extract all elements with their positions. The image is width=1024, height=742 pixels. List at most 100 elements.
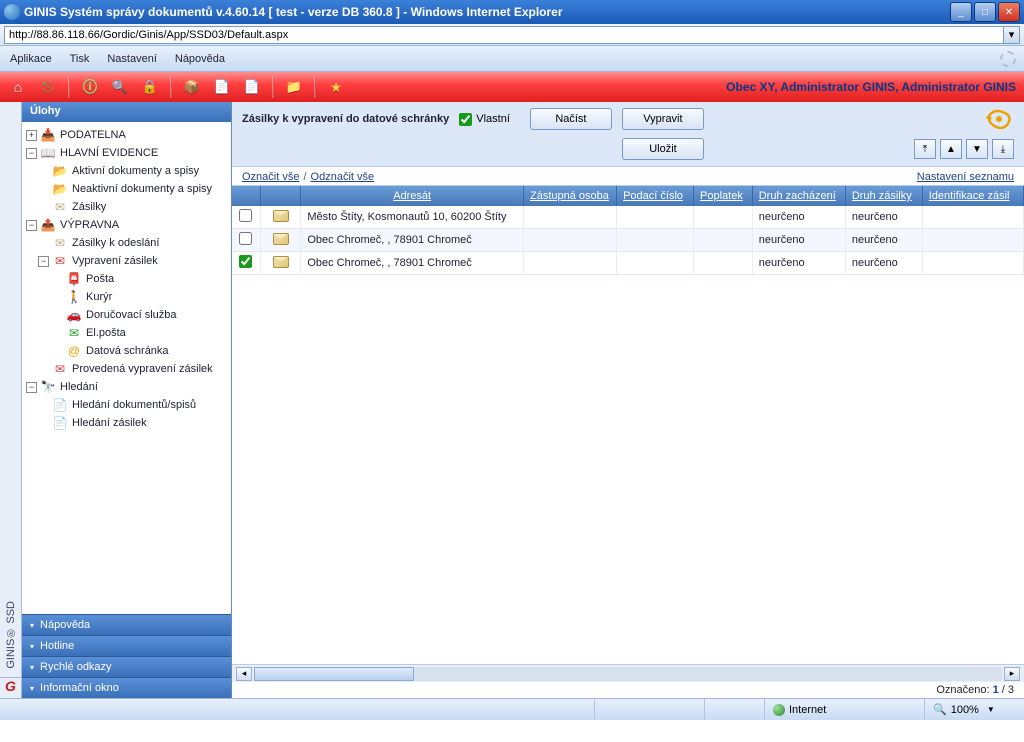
folder-up-icon[interactable]: 📁 — [284, 77, 304, 97]
window-maximize-button[interactable]: □ — [974, 2, 996, 22]
table-row[interactable]: Obec Chromeč, , 78901 Chromečneurčenoneu… — [232, 229, 1024, 252]
scroll-up-button[interactable]: ▲ — [940, 139, 962, 159]
window-minimize-button[interactable]: _ — [950, 2, 972, 22]
tree-node[interactable]: ✉El.pošta — [24, 324, 229, 342]
document-icon[interactable]: 📄 — [212, 77, 232, 97]
cell-druh-zasilky: neurčeno — [845, 252, 922, 275]
menu-nastaveni[interactable]: Nastavení — [107, 53, 157, 65]
row-checkbox[interactable] — [239, 232, 252, 245]
exit-icon[interactable]: ⎋ — [38, 77, 58, 97]
horizontal-scrollbar[interactable]: ◂ ▸ — [232, 664, 1024, 682]
search-icon[interactable]: 🔍 — [110, 77, 130, 97]
row-checkbox[interactable] — [239, 209, 252, 222]
tree-node[interactable]: 📄Hledání dokumentů/spisů — [24, 396, 229, 414]
column-identifikace[interactable]: Identifikace zásil — [922, 186, 1023, 206]
scroll-top-button[interactable]: ⤒ — [914, 139, 936, 159]
menu-aplikace[interactable]: Aplikace — [10, 53, 52, 65]
tree-node[interactable]: 🚶Kurýr — [24, 288, 229, 306]
scroll-right-button[interactable]: ▸ — [1004, 667, 1020, 681]
scrollbar-thumb[interactable] — [254, 667, 414, 681]
info-icon[interactable]: ⓘ — [80, 77, 100, 97]
footer-napoveda[interactable]: ▾Nápověda — [22, 614, 231, 635]
cell-druh-zachazeni: neurčeno — [752, 229, 845, 252]
mark-all-link[interactable]: Označit vše — [242, 171, 299, 183]
tree-node[interactable]: ✉Zásilky — [24, 198, 229, 216]
vertical-tab-strip: GINIS® SSD G — [0, 102, 22, 698]
tree-node-label: Doručovací služba — [86, 309, 177, 321]
lock-icon[interactable]: 🔒 — [140, 77, 160, 97]
menu-tisk[interactable]: Tisk — [70, 53, 90, 65]
tree-node[interactable]: @Datová schránka — [24, 342, 229, 360]
email-icon: ✉ — [66, 326, 82, 340]
page-title: Zásilky k vypravení do datové schránky — [242, 113, 449, 125]
tree-expander-icon[interactable]: + — [26, 130, 37, 141]
cell-adresat: Obec Chromeč, , 78901 Chromeč — [301, 252, 524, 275]
tree-node[interactable]: 📄Hledání zásilek — [24, 414, 229, 432]
tree-node[interactable]: +📥PODATELNA — [24, 126, 229, 144]
menu-napoveda[interactable]: Nápověda — [175, 53, 225, 65]
navigation-tree-panel: Úlohy +📥PODATELNA−📖HLAVNÍ EVIDENCE📂Aktiv… — [22, 102, 232, 698]
tree-node[interactable]: 📂Aktivní dokumenty a spisy — [24, 162, 229, 180]
tree-node[interactable]: ✉ Provedená vypravení zásilek — [24, 360, 229, 378]
envelope-icon — [273, 256, 289, 268]
row-checkbox[interactable] — [239, 255, 252, 268]
footer-rychle-odkazy[interactable]: ▾Rychlé odkazy — [22, 656, 231, 677]
chevron-down-icon: ▾ — [30, 642, 34, 651]
address-dropdown-button[interactable]: ▾ — [1004, 26, 1020, 44]
column-druh-zasilky[interactable]: Druh zásilky — [845, 186, 922, 206]
envelope-icon: ✉ — [52, 200, 68, 214]
tree-node-label: Provedená vypravení zásilek — [72, 363, 213, 375]
toolbar-separator — [68, 76, 70, 98]
tree-node[interactable]: −✉Vypravení zásilek — [24, 252, 229, 270]
scroll-left-button[interactable]: ◂ — [236, 667, 252, 681]
tree-node[interactable]: −🔭Hledání — [24, 378, 229, 396]
tree-node[interactable]: 🚗Doručovací služba — [24, 306, 229, 324]
nacist-button[interactable]: Načíst — [530, 108, 612, 130]
chevron-down-icon: ▾ — [30, 684, 34, 693]
mail-logo-icon — [984, 108, 1014, 130]
chevron-down-icon: ▾ — [30, 621, 34, 630]
column-icon[interactable] — [260, 186, 300, 206]
scroll-bottom-button[interactable]: ⤓ — [992, 139, 1014, 159]
document-add-icon[interactable]: 📄 — [242, 77, 262, 97]
checkbox-vlastni[interactable] — [459, 113, 472, 126]
tree-node[interactable]: 📮Pošta — [24, 270, 229, 288]
tree-expander-icon[interactable]: − — [26, 382, 37, 393]
scroll-down-button[interactable]: ▼ — [966, 139, 988, 159]
archive-icon[interactable]: 📦 — [182, 77, 202, 97]
column-adresat[interactable]: Adresát — [301, 186, 524, 206]
footer-informacni-okno[interactable]: ▾Informační okno — [22, 677, 231, 698]
scrollbar-track[interactable] — [254, 667, 1002, 681]
table-row[interactable]: Obec Chromeč, , 78901 Chromeč neurčenoneu… — [232, 252, 1024, 275]
status-zoom[interactable]: 🔍 100% ▼ — [924, 699, 1024, 720]
home-icon[interactable]: ⌂ — [8, 77, 28, 97]
column-checkbox[interactable] — [232, 186, 260, 206]
cell-ident — [922, 206, 1023, 229]
cell-zastupna — [523, 252, 616, 275]
window-close-button[interactable]: ✕ — [998, 2, 1020, 22]
tree-node[interactable]: −📤VÝPRAVNA — [24, 216, 229, 234]
cell-druh-zachazeni: neurčeno — [752, 252, 845, 275]
footer-hotline[interactable]: ▾Hotline — [22, 635, 231, 656]
tree-expander-icon[interactable]: − — [26, 220, 37, 231]
address-input[interactable] — [4, 26, 1004, 44]
ulozit-button[interactable]: Uložit — [622, 138, 704, 160]
tree-node-label: Datová schránka — [86, 345, 169, 357]
tree-node[interactable]: ✉Zásilky k odeslání — [24, 234, 229, 252]
column-druh-zachazeni[interactable]: Druh zacházení — [752, 186, 845, 206]
column-zastupna[interactable]: Zástupná osoba — [523, 186, 616, 206]
tree-node[interactable]: −📖HLAVNÍ EVIDENCE — [24, 144, 229, 162]
column-podaci[interactable]: Podací číslo — [617, 186, 694, 206]
unmark-all-link[interactable]: Odznačit vše — [311, 171, 375, 183]
vypravit-button[interactable]: Vypravit — [622, 108, 704, 130]
table-row[interactable]: Město Štíty, Kosmonautů 10, 60200 Štítyn… — [232, 206, 1024, 229]
tree-expander-icon[interactable]: − — [38, 256, 49, 267]
vertical-tab-ssd[interactable]: GINIS® SSD — [3, 593, 19, 677]
tree-expander-icon[interactable]: − — [26, 148, 37, 159]
tree-node[interactable]: 📂Neaktivní dokumenty a spisy — [24, 180, 229, 198]
list-settings-link[interactable]: Nastavení seznamu — [917, 171, 1014, 183]
favorite-icon[interactable]: ★ — [326, 77, 346, 97]
column-poplatek[interactable]: Poplatek — [694, 186, 753, 206]
checkbox-vlastni-wrap[interactable]: Vlastní — [459, 113, 510, 126]
envelope-up-icon: ✉ — [52, 362, 68, 376]
